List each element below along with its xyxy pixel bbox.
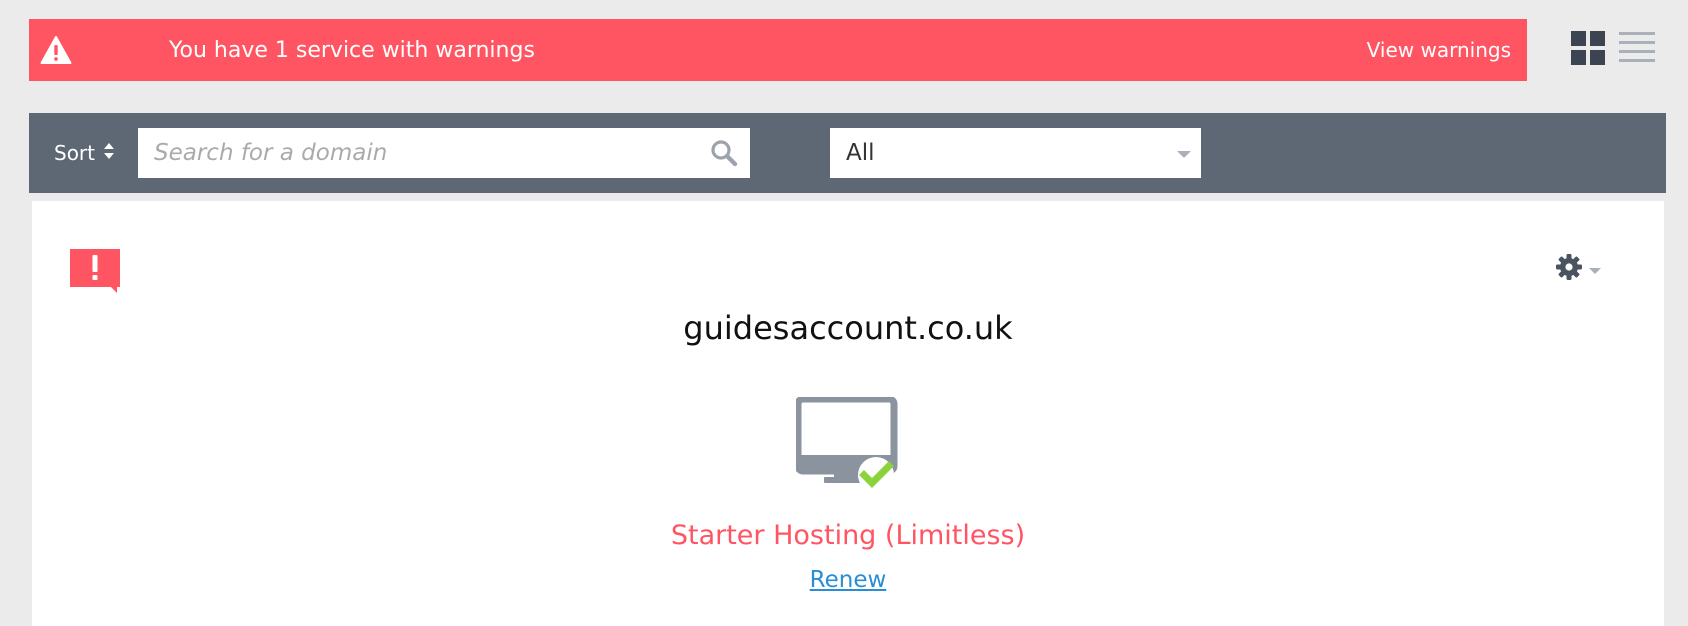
warning-banner: You have 1 service with warnings View wa…	[29, 19, 1527, 81]
warning-triangle-icon	[40, 35, 74, 65]
domain-name: guidesaccount.co.uk	[683, 309, 1013, 347]
renew-container: Renew	[32, 567, 1664, 593]
grid-view-icon[interactable]	[1570, 30, 1606, 66]
service-card: guidesaccount.co.uk Starter Hosting (Lim…	[32, 201, 1664, 626]
warning-message: You have 1 service with warnings	[169, 37, 535, 63]
filter-toolbar: Sort All	[29, 113, 1666, 193]
view-warnings-link[interactable]: View warnings	[1367, 38, 1511, 62]
sort-label: Sort	[54, 141, 95, 165]
chevron-down-icon	[1589, 260, 1601, 279]
filter-selected-value: All	[846, 140, 875, 166]
monitor-check-icon	[794, 395, 900, 493]
search-box	[138, 128, 750, 178]
search-input[interactable]	[138, 128, 710, 178]
service-settings-menu[interactable]	[1555, 253, 1601, 285]
exclamation-badge-icon	[70, 249, 120, 293]
list-view-icon[interactable]	[1619, 30, 1655, 66]
sort-button[interactable]: Sort	[54, 141, 115, 165]
dashboard-page: You have 1 service with warnings View wa…	[0, 0, 1688, 626]
sort-arrows-icon	[103, 141, 115, 165]
gear-icon	[1555, 253, 1583, 285]
chevron-down-icon	[1177, 144, 1191, 163]
service-filter-select[interactable]: All	[830, 128, 1201, 178]
search-icon[interactable]	[710, 139, 738, 167]
hosting-plan-name: Starter Hosting (Limitless)	[670, 520, 1026, 551]
renew-link[interactable]: Renew	[810, 567, 887, 593]
